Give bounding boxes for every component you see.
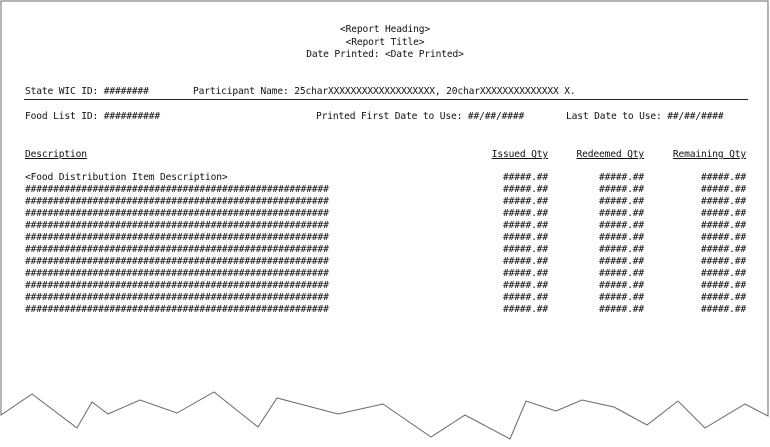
row-remaining-qty: #####.## — [700, 304, 746, 315]
column-header-issued-qty: Issued Qty — [491, 149, 548, 160]
row-description: ########################################… — [25, 232, 329, 243]
report-title: <Report Title> — [345, 37, 425, 48]
row-issued-qty: #####.## — [502, 268, 548, 279]
first-date-to-use: Printed First Date to Use: ##/##/#### — [316, 111, 525, 122]
row-redeemed-qty: #####.## — [598, 196, 644, 207]
row-description: ########################################… — [25, 196, 329, 207]
row-redeemed-qty: #####.## — [598, 280, 644, 291]
row-redeemed-qty: #####.## — [598, 208, 644, 219]
row-remaining-qty: #####.## — [700, 220, 746, 231]
row-description: ########################################… — [25, 292, 329, 303]
row-description: ########################################… — [25, 280, 329, 291]
row-description: ########################################… — [25, 256, 329, 267]
row-issued-qty: #####.## — [502, 196, 548, 207]
row-issued-qty: #####.## — [502, 304, 548, 315]
row-redeemed-qty: #####.## — [598, 220, 644, 231]
row-description: ########################################… — [25, 184, 329, 195]
row-issued-qty: #####.## — [502, 244, 548, 255]
row-description: ########################################… — [25, 208, 329, 219]
state-wic-id: State WIC ID: ######## — [25, 86, 149, 97]
row-remaining-qty: #####.## — [700, 208, 746, 219]
row-description: ########################################… — [25, 220, 329, 231]
row-description: ########################################… — [25, 268, 329, 279]
column-header-remaining-qty: Remaining Qty — [672, 149, 746, 160]
row-remaining-qty: #####.## — [700, 292, 746, 303]
row-description: ########################################… — [25, 244, 329, 255]
row-remaining-qty: #####.## — [700, 172, 746, 183]
row-redeemed-qty: #####.## — [598, 268, 644, 279]
row-issued-qty: #####.## — [502, 208, 548, 219]
row-issued-qty: #####.## — [502, 232, 548, 243]
row-redeemed-qty: #####.## — [598, 244, 644, 255]
row-issued-qty: #####.## — [502, 256, 548, 267]
column-header-redeemed-qty: Redeemed Qty — [576, 149, 644, 160]
row-redeemed-qty: #####.## — [598, 304, 644, 315]
row-remaining-qty: #####.## — [700, 196, 746, 207]
row-redeemed-qty: #####.## — [598, 256, 644, 267]
row-redeemed-qty: #####.## — [598, 172, 644, 183]
date-printed: Date Printed: <Date Printed> — [306, 49, 464, 60]
row-description: <Food Distribution Item Description> — [25, 172, 228, 183]
row-remaining-qty: #####.## — [700, 280, 746, 291]
row-description: ########################################… — [25, 304, 329, 315]
report-heading: <Report Heading> — [339, 24, 430, 35]
participant-name: Participant Name: 25charXXXXXXXXXXXXXXXX… — [193, 86, 576, 97]
row-remaining-qty: #####.## — [700, 256, 746, 267]
row-redeemed-qty: #####.## — [598, 232, 644, 243]
row-issued-qty: #####.## — [502, 220, 548, 231]
food-list-id: Food List ID: ########## — [25, 111, 161, 122]
report-page: <Report Heading> <Report Title> Date Pri… — [0, 0, 770, 447]
column-header-description: Description — [25, 149, 87, 160]
row-remaining-qty: #####.## — [700, 244, 746, 255]
header-divider — [24, 99, 748, 100]
row-issued-qty: #####.## — [502, 172, 548, 183]
row-remaining-qty: #####.## — [700, 232, 746, 243]
row-issued-qty: #####.## — [502, 184, 548, 195]
row-redeemed-qty: #####.## — [598, 292, 644, 303]
row-issued-qty: #####.## — [502, 292, 548, 303]
row-remaining-qty: #####.## — [700, 268, 746, 279]
last-date-to-use: Last Date to Use: ##/##/#### — [566, 111, 724, 122]
row-redeemed-qty: #####.## — [598, 184, 644, 195]
row-issued-qty: #####.## — [502, 280, 548, 291]
row-remaining-qty: #####.## — [700, 184, 746, 195]
